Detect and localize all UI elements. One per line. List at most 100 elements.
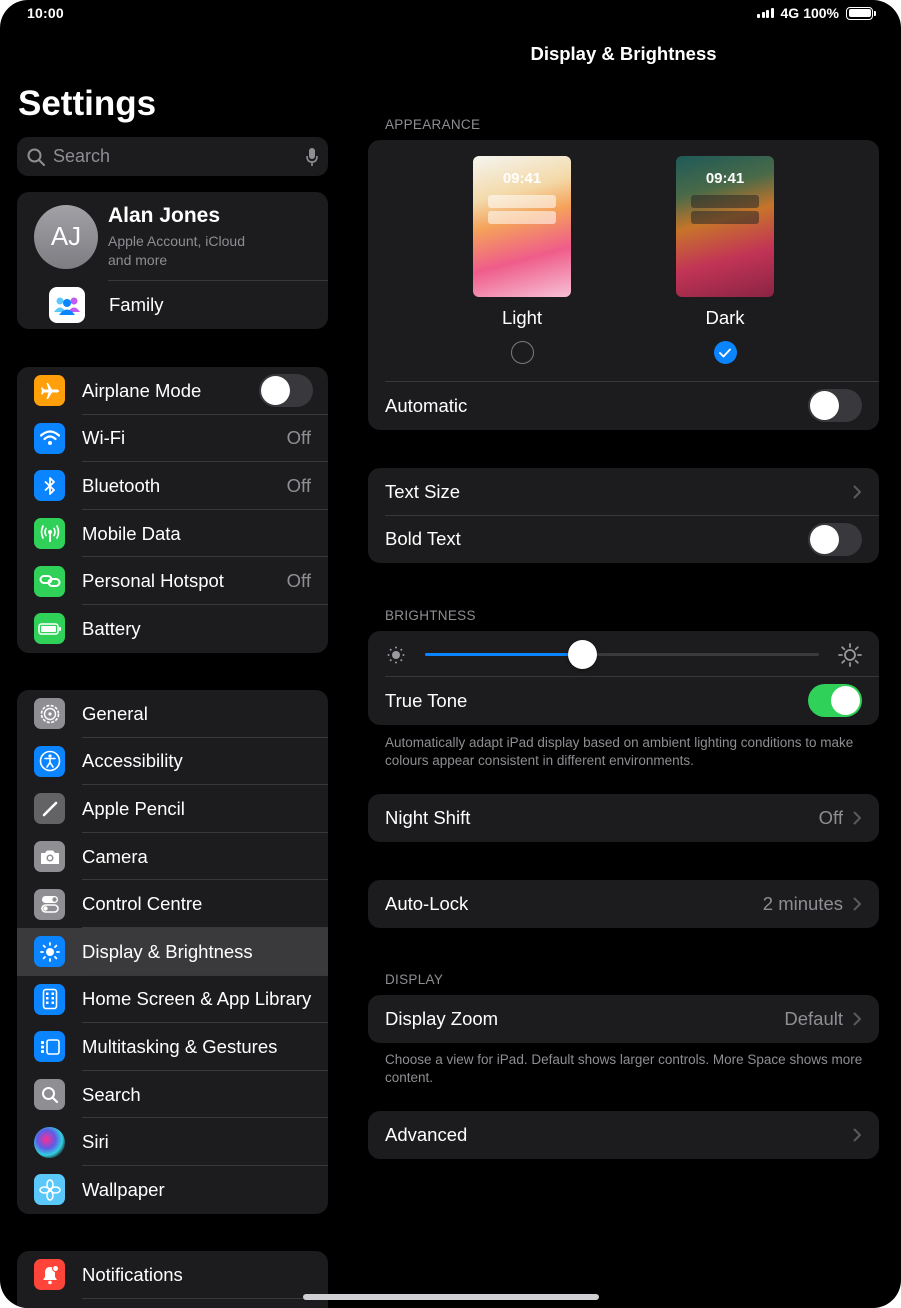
microphone-icon[interactable] xyxy=(306,147,318,167)
sidebar-item-label: Personal Hotspot xyxy=(82,570,224,592)
night-shift-row[interactable]: Night Shift Off xyxy=(368,794,879,842)
sidebar-item-airplane-mode[interactable]: Airplane Mode xyxy=(17,367,328,415)
avatar: AJ xyxy=(34,204,98,269)
sidebar-item-display-brightness[interactable]: Display & Brightness xyxy=(17,927,328,976)
brightness-slider[interactable] xyxy=(425,639,819,669)
bold-text-toggle[interactable] xyxy=(808,522,862,556)
status-time: 10:00 xyxy=(27,5,64,21)
automatic-row: Automatic xyxy=(368,382,879,430)
display-zoom-value: Default xyxy=(784,1007,843,1029)
wifi-icon xyxy=(34,422,65,454)
antenna-icon xyxy=(34,518,65,550)
sidebar-item-mobile-data[interactable]: Mobile Data xyxy=(17,510,328,558)
status-indicators: 4G 100% xyxy=(757,5,876,21)
true-tone-toggle[interactable] xyxy=(808,684,862,718)
brightness-fill xyxy=(425,653,583,656)
switches-icon xyxy=(34,888,65,920)
wifi-status: Off xyxy=(286,427,311,449)
accessibility-icon xyxy=(34,745,65,777)
brightness-thumb[interactable] xyxy=(568,639,598,669)
sidebar-item-camera[interactable]: Camera xyxy=(17,833,328,881)
airplane-mode-toggle[interactable] xyxy=(259,374,313,408)
auto-lock-value: 2 minutes xyxy=(762,892,843,914)
display-zoom-group: Display Zoom Default xyxy=(368,995,879,1043)
sidebar-item-label: Bluetooth xyxy=(82,474,161,496)
preview-time: 09:41 xyxy=(705,170,745,187)
page-title: Display & Brightness xyxy=(530,43,717,64)
sidebar-item-multitasking[interactable]: Multitasking & Gestures xyxy=(17,1023,328,1071)
advanced-row[interactable]: Advanced xyxy=(368,1111,879,1159)
display-header: DISPLAY xyxy=(385,972,444,987)
battery-icon xyxy=(34,613,65,645)
sidebar-item-apple-pencil[interactable]: Apple Pencil xyxy=(17,785,328,833)
bold-text-row: Bold Text xyxy=(368,516,879,564)
system-group: General Accessibility Apple Pencil Camer… xyxy=(17,690,328,1214)
chevron-right-icon xyxy=(853,1012,861,1026)
bell-icon xyxy=(34,1259,65,1291)
sidebar-item-label: Search xyxy=(82,1083,141,1105)
automatic-label: Automatic xyxy=(385,394,468,416)
light-radio[interactable] xyxy=(510,341,534,364)
text-size-label: Text Size xyxy=(385,480,461,502)
profile-group: AJ Alan Jones Apple Account, iCloud and … xyxy=(17,192,328,329)
search-field[interactable]: Search xyxy=(17,137,328,176)
sidebar-item-label: Home Screen & App Library xyxy=(82,988,312,1010)
night-shift-value: Off xyxy=(818,806,843,828)
sidebar-item-siri[interactable]: Siri xyxy=(17,1118,328,1166)
auto-lock-group: Auto-Lock 2 minutes xyxy=(368,880,879,928)
sidebar-item-label: Control Centre xyxy=(82,893,203,915)
display-zoom-row[interactable]: Display Zoom Default xyxy=(368,995,879,1043)
automatic-toggle[interactable] xyxy=(808,389,862,423)
battery-percent: 100% xyxy=(803,5,839,21)
appearance-dark-option[interactable]: 09:41 Dark xyxy=(676,156,774,364)
sidebar-item-label: Battery xyxy=(82,617,141,639)
home-indicator[interactable] xyxy=(303,1294,599,1300)
ipad-screen: 10:00 4G 100% Settings Search AJ Alan Jo… xyxy=(0,0,901,1308)
sidebar-item-label: Family xyxy=(109,293,164,315)
sidebar-item-accessibility[interactable]: Accessibility xyxy=(17,738,328,786)
sidebar-item-notifications[interactable]: Notifications xyxy=(17,1251,328,1299)
night-shift-label: Night Shift xyxy=(385,806,471,828)
sidebar-item-search[interactable]: Search xyxy=(17,1071,328,1119)
true-tone-footnote: Automatically adapt iPad display based o… xyxy=(385,735,854,768)
sidebar-item-label: Multitasking & Gestures xyxy=(82,1035,278,1057)
true-tone-label: True Tone xyxy=(385,689,468,711)
sidebar-item-home-screen[interactable]: Home Screen & App Library xyxy=(17,976,328,1024)
brightness-group: True Tone xyxy=(368,631,879,725)
sidebar-item-label: Airplane Mode xyxy=(82,379,202,401)
sidebar-item-general[interactable]: General xyxy=(17,690,328,738)
sidebar-item-label: General xyxy=(82,702,148,724)
apple-account-row[interactable]: AJ Alan Jones Apple Account, iCloud and … xyxy=(17,192,328,281)
auto-lock-label: Auto-Lock xyxy=(385,892,469,914)
display-zoom-footnote: Choose a view for iPad. Default shows la… xyxy=(385,1052,863,1085)
sidebar-item-family[interactable]: Family xyxy=(17,281,328,328)
sidebar-item-wallpaper[interactable]: Wallpaper xyxy=(17,1166,328,1214)
sidebar-item-control-centre[interactable]: Control Centre xyxy=(17,880,328,928)
chevron-right-icon xyxy=(853,811,861,825)
notifications-group: Notifications xyxy=(17,1251,328,1308)
sidebar-item-label: Notifications xyxy=(82,1263,183,1285)
bold-text-label: Bold Text xyxy=(385,528,461,550)
dark-label: Dark xyxy=(705,307,745,328)
home-screen-icon xyxy=(34,983,65,1015)
sidebar-item-personal-hotspot[interactable]: Personal Hotspot Off xyxy=(17,557,328,605)
true-tone-row: True Tone xyxy=(368,677,879,725)
sidebar-item-label: Siri xyxy=(82,1131,109,1153)
family-icon xyxy=(49,286,85,323)
dark-radio-checked[interactable] xyxy=(713,341,737,364)
sun-icon xyxy=(34,936,65,968)
advanced-label: Advanced xyxy=(385,1123,468,1145)
signal-icon xyxy=(757,8,774,18)
sidebar-item-bluetooth[interactable]: Bluetooth Off xyxy=(17,462,328,510)
sidebar-item-label: Wallpaper xyxy=(82,1178,165,1200)
appearance-light-option[interactable]: 09:41 Light xyxy=(473,156,571,364)
sidebar-item-label: Mobile Data xyxy=(82,522,181,544)
sidebar-item-label: Apple Pencil xyxy=(82,797,185,819)
sidebar-item-label: Display & Brightness xyxy=(82,940,253,962)
airplane-icon xyxy=(34,375,65,407)
brightness-header: BRIGHTNESS xyxy=(385,608,476,623)
auto-lock-row[interactable]: Auto-Lock 2 minutes xyxy=(368,880,879,928)
sidebar-item-battery[interactable]: Battery xyxy=(17,605,328,653)
sidebar-item-wifi[interactable]: Wi-Fi Off xyxy=(17,415,328,463)
text-size-row[interactable]: Text Size xyxy=(368,468,879,516)
